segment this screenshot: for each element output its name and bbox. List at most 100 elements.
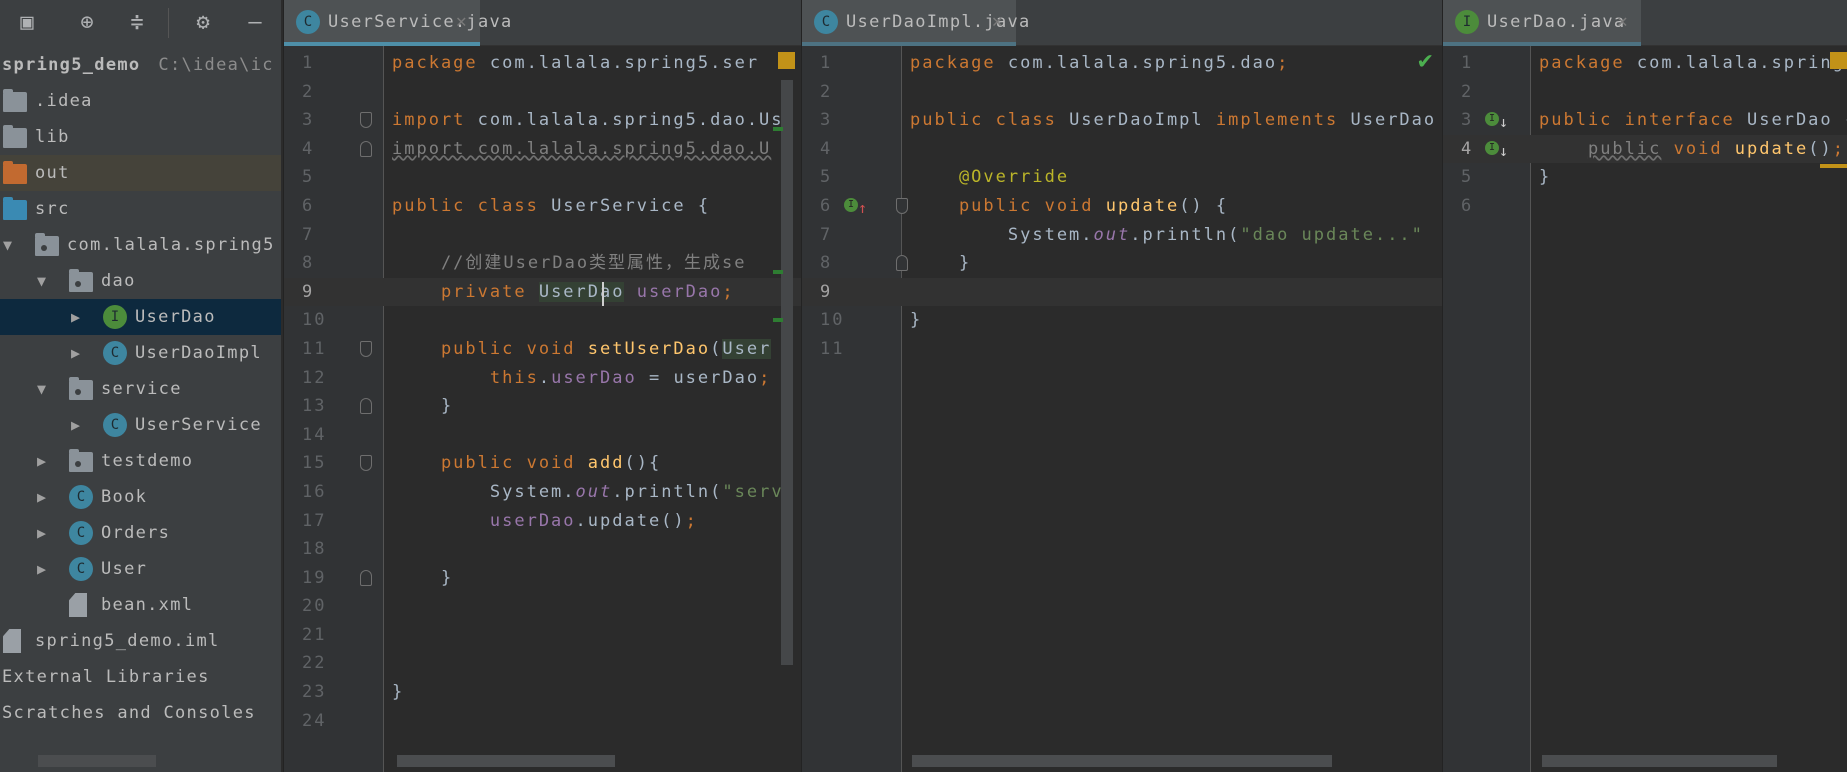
tree-item-userdaoimpl[interactable]: ▶ C UserDaoImpl: [0, 335, 281, 371]
code-line[interactable]: 22: [284, 649, 801, 678]
code-line[interactable]: 21: [284, 621, 801, 650]
chevron-right-icon[interactable]: ▶: [71, 335, 81, 371]
code-line[interactable]: 24: [284, 707, 801, 736]
fold-icon[interactable]: [896, 197, 908, 214]
locate-icon[interactable]: ⊕: [72, 8, 102, 38]
code-line[interactable]: 5 @Override: [802, 163, 1442, 192]
editor-horizontal-scrollbar[interactable]: [397, 755, 615, 767]
warning-marker-icon[interactable]: [1830, 52, 1847, 69]
code-line[interactable]: 6: [1443, 192, 1847, 221]
code-line[interactable]: 3 public class UserDaoImpl implements Use…: [802, 106, 1442, 135]
project-root[interactable]: spring5_demo C:\idea\ic: [0, 47, 281, 83]
tree-item-userservice[interactable]: ▶ C UserService: [0, 407, 281, 443]
fold-icon[interactable]: [360, 398, 372, 415]
code-line[interactable]: 19 }: [284, 564, 801, 593]
editor-userdao-java[interactable]: I UserDao.java ✕ 1 package com.lalala.spr…: [1442, 0, 1847, 772]
gear-icon[interactable]: ⚙: [188, 8, 218, 38]
code-line[interactable]: 20: [284, 592, 801, 621]
tab-userservice-java[interactable]: C UserService.java ✕: [284, 0, 511, 46]
fold-icon[interactable]: [360, 340, 372, 357]
code-line[interactable]: 4 import com.lalala.spring5.dao.U: [284, 135, 801, 164]
code-line[interactable]: 8 }: [802, 249, 1442, 278]
code-line[interactable]: 23}: [284, 678, 801, 707]
tab-userdao-java[interactable]: I UserDao.java ✕: [1443, 0, 1641, 46]
code-line[interactable]: 5}: [1443, 163, 1847, 192]
code-line[interactable]: 9: [802, 277, 1442, 307]
fold-icon[interactable]: [360, 112, 372, 129]
code-line[interactable]: 11: [802, 335, 1442, 364]
implementation-icon[interactable]: I: [1485, 112, 1499, 127]
editor-horizontal-scrollbar[interactable]: [1542, 755, 1777, 767]
code-line[interactable]: 9 private UserDao userDao;: [284, 277, 801, 307]
tree-item-external-libraries[interactable]: External Libraries: [0, 659, 281, 695]
warning-marker-icon[interactable]: [778, 52, 795, 69]
chevron-right-icon[interactable]: ▶: [71, 299, 81, 335]
implementation-icon[interactable]: I: [844, 197, 858, 212]
code-line[interactable]: 2: [284, 78, 801, 107]
tab-userdaoimpl-java[interactable]: C UserDaoImpl.java ✕: [802, 0, 1029, 46]
tree-item-bean-xml[interactable]: bean.xml: [0, 587, 281, 623]
code-line[interactable]: 17 userDao.update();: [284, 507, 801, 536]
implementation-icon[interactable]: I: [1485, 140, 1499, 155]
editor-userservice-java[interactable]: C UserService.java ✕ 1 package com.lalala…: [283, 0, 801, 772]
tree-item-lib[interactable]: lib: [0, 119, 281, 155]
code-line[interactable]: 3 I ↓ public interface UserDao {: [1443, 106, 1847, 135]
tree-item-src[interactable]: src: [0, 191, 281, 227]
tree-item-orders[interactable]: ▶ C Orders: [0, 515, 281, 551]
chevron-right-icon[interactable]: ▶: [37, 515, 47, 551]
code-line[interactable]: 15 public void add(){: [284, 449, 801, 478]
code-line[interactable]: 10}: [802, 306, 1442, 335]
editor-vertical-scrollbar[interactable]: [781, 80, 793, 665]
code-line[interactable]: 10: [284, 306, 801, 335]
code-line[interactable]: 7 System.out.println("dao update...": [802, 221, 1442, 250]
tree-item-dao[interactable]: ▼ dao: [0, 263, 281, 299]
chevron-right-icon[interactable]: ▶: [71, 407, 81, 443]
close-icon[interactable]: ✕: [992, 0, 1004, 44]
close-icon[interactable]: ✕: [456, 0, 468, 44]
code-line[interactable]: 7: [284, 221, 801, 250]
code-line[interactable]: 2: [1443, 78, 1847, 107]
fold-icon[interactable]: [360, 140, 372, 157]
tree-item-book[interactable]: ▶ C Book: [0, 479, 281, 515]
code-line[interactable]: 6 I ↑ public void update() {: [802, 192, 1442, 221]
code-line[interactable]: 4 I ↓ public void update();: [1443, 134, 1847, 164]
chevron-right-icon[interactable]: ▶: [37, 551, 47, 587]
code-line[interactable]: 11 public void setUserDao(User: [284, 335, 801, 364]
tree-item-testdemo[interactable]: ▶ testdemo: [0, 443, 281, 479]
fold-icon[interactable]: [360, 455, 372, 472]
code-line[interactable]: 5: [284, 163, 801, 192]
tree-item-userdao[interactable]: ▶ I UserDao: [0, 299, 281, 335]
tree-item--idea[interactable]: .idea: [0, 83, 281, 119]
tree-item-com-lalala-spring5[interactable]: ▼ com.lalala.spring5: [0, 227, 281, 263]
sidebar-horizontal-scrollbar[interactable]: [38, 755, 156, 767]
code-line[interactable]: 4: [802, 135, 1442, 164]
chevron-right-icon[interactable]: ▶: [37, 479, 47, 515]
minimize-icon[interactable]: —: [240, 8, 270, 38]
tree-item-service[interactable]: ▼ service: [0, 371, 281, 407]
tree-item-out[interactable]: out: [0, 155, 281, 191]
tree-item-scratches-and-consoles[interactable]: Scratches and Consoles: [0, 695, 281, 731]
editor-userdaoimpl-java[interactable]: C UserDaoImpl.java ✕ 1 package com.lalala…: [801, 0, 1442, 772]
code-line[interactable]: 6 public class UserService {: [284, 192, 801, 221]
tree-item-spring5-demo-iml[interactable]: spring5_demo.iml: [0, 623, 281, 659]
fold-icon[interactable]: [360, 569, 372, 586]
close-icon[interactable]: ✕: [1617, 0, 1629, 44]
code-line[interactable]: 18: [284, 535, 801, 564]
code-line[interactable]: 1 package com.lalala.spring5.dao;: [1443, 49, 1847, 78]
code-line[interactable]: 14: [284, 421, 801, 450]
code-line[interactable]: 3 import com.lalala.spring5.dao.Us: [284, 106, 801, 135]
chevron-down-icon[interactable]: ▼: [37, 263, 47, 299]
chevron-down-icon[interactable]: ▼: [37, 371, 47, 407]
editor-horizontal-scrollbar[interactable]: [912, 755, 1332, 767]
code-line[interactable]: 12 this.userDao = userDao;: [284, 364, 801, 393]
tree-item-user[interactable]: ▶ C User: [0, 551, 281, 587]
window-icon[interactable]: ▣: [12, 8, 42, 38]
code-line[interactable]: 2: [802, 78, 1442, 107]
code-line[interactable]: 1 package com.lalala.spring5.dao;: [802, 49, 1442, 78]
collapse-icon[interactable]: ≑: [122, 8, 152, 38]
code-line[interactable]: 1 package com.lalala.spring5.ser: [284, 49, 801, 78]
fold-icon[interactable]: [896, 255, 908, 272]
code-line[interactable]: 13 }: [284, 392, 801, 421]
code-line[interactable]: 16 System.out.println("serv: [284, 478, 801, 507]
chevron-right-icon[interactable]: ▶: [37, 443, 47, 479]
